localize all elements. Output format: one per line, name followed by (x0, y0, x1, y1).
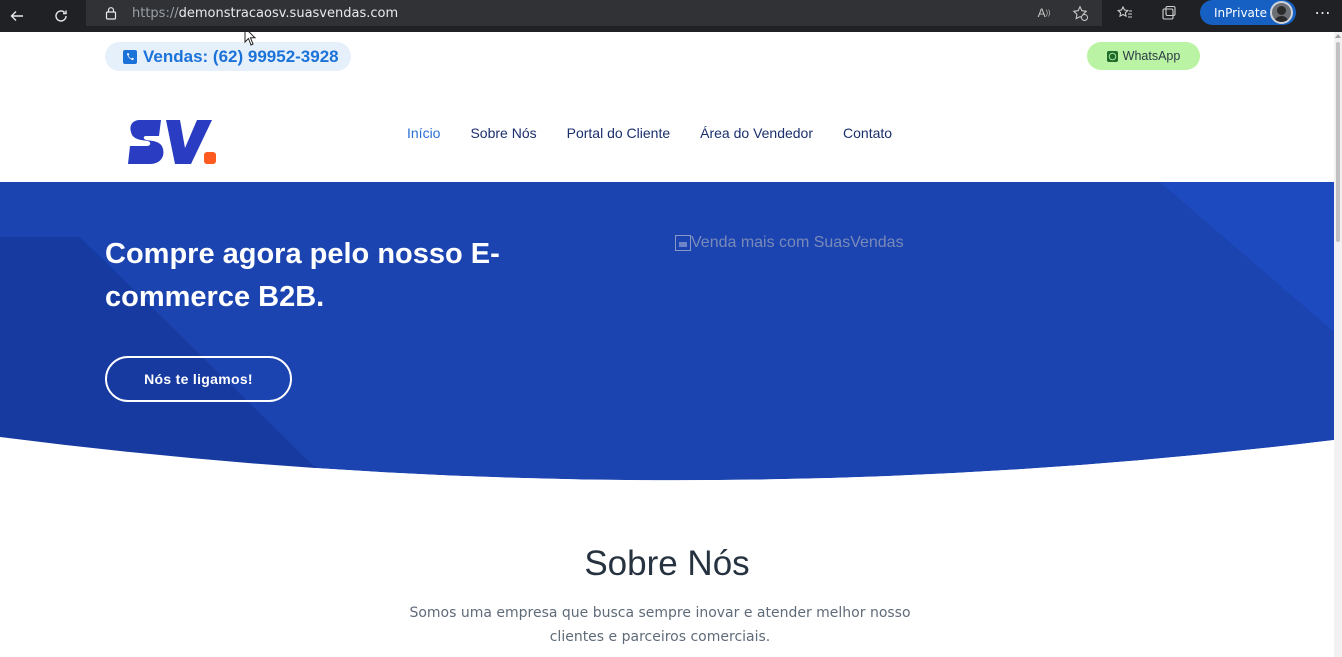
phone-icon (123, 49, 137, 64)
refresh-icon[interactable] (44, 0, 78, 32)
avatar (1270, 1, 1293, 24)
hero-background (0, 182, 1334, 482)
hero-section (0, 182, 1334, 482)
lock-icon (105, 7, 117, 20)
nav-item-inicio[interactable]: Início (407, 125, 440, 141)
nav-item-area-do-vendedor[interactable]: Área do Vendedor (700, 125, 813, 141)
whatsapp-label: WhatsApp (1122, 49, 1181, 63)
callback-button[interactable]: Nós te ligamos! (105, 356, 292, 402)
nav-item-contato[interactable]: Contato (843, 125, 892, 141)
about-text: Somos uma empresa que busca sempre inova… (409, 605, 911, 645)
more-options-icon[interactable]: ⋯ (1308, 0, 1338, 26)
url-text: https://demonstracaosv.suasvendas.com (132, 5, 399, 21)
whatsapp-icon (1106, 50, 1118, 62)
phone-contact-pill[interactable]: Vendas: (62) 99952-3928 (105, 42, 351, 71)
collections-icon[interactable] (1156, 0, 1182, 26)
read-aloud-icon[interactable]: A)) (1034, 3, 1054, 23)
phone-label: Vendas: (62) 99952-3928 (143, 46, 339, 66)
inprivate-label: InPrivate (1214, 5, 1267, 20)
main-nav: Início Sobre Nós Portal do Cliente Área … (407, 125, 922, 141)
hero-image-alt: Venda mais com SuasVendas (691, 234, 904, 251)
favorites-icon[interactable] (1112, 0, 1138, 26)
mouse-cursor-icon (244, 32, 257, 46)
browser-toolbar: https://demonstracaosv.suasvendas.com A)… (0, 0, 1342, 32)
brand-logo[interactable] (128, 118, 220, 168)
inprivate-badge[interactable]: InPrivate (1200, 0, 1296, 25)
broken-image-icon (675, 235, 691, 251)
whatsapp-button[interactable]: WhatsApp (1087, 42, 1200, 70)
address-bar[interactable]: https://demonstracaosv.suasvendas.com A)… (86, 0, 1102, 26)
back-icon[interactable] (0, 0, 34, 32)
about-title: Sobre Nós (584, 544, 750, 583)
nav-item-sobre-nos[interactable]: Sobre Nós (470, 125, 536, 141)
hero-title: Compre agora pelo nosso E-commerce B2B. (105, 238, 500, 313)
hero-image: Venda mais com SuasVendas (675, 234, 904, 252)
add-favorite-icon[interactable] (1070, 3, 1090, 23)
web-page: Vendas: (62) 99952-3928 WhatsApp Início … (0, 32, 1334, 657)
scroll-up-icon[interactable] (1335, 34, 1341, 38)
page-scrollbar[interactable] (1334, 32, 1342, 657)
scrollbar-thumb[interactable] (1336, 42, 1340, 242)
nav-item-portal-do-cliente[interactable]: Portal do Cliente (567, 125, 671, 141)
